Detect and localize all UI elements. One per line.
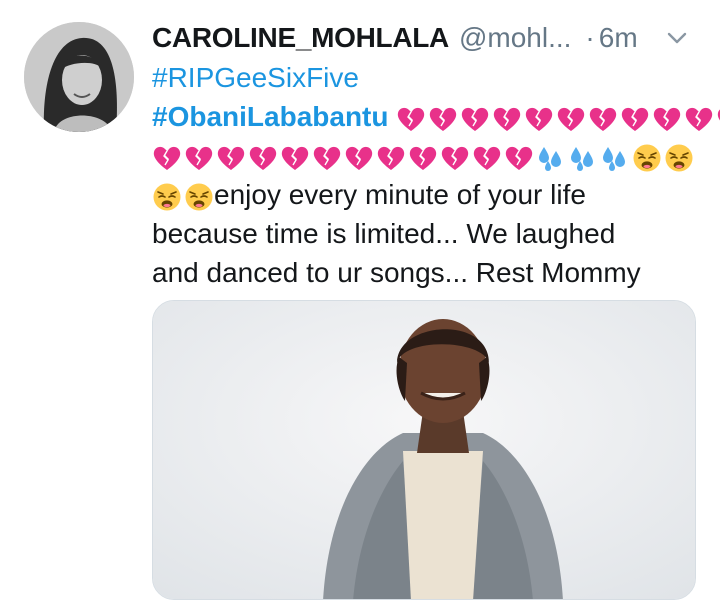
broken-heart-icon [430,107,457,131]
broken-heart-icon [249,146,277,170]
tweet-text: #RIPGeeSixFive #ObaniLababantu enjoy eve… [152,58,720,292]
chevron-down-icon[interactable] [663,24,691,52]
broken-heart-icon [217,146,245,170]
broken-heart-icon [622,107,649,131]
line-3 [152,136,697,175]
user-handle[interactable]: @mohl... [459,22,571,54]
text-line-1: enjoy every minute of your life [214,179,586,210]
broken-heart-icon [494,107,521,131]
emoji-row-2 [396,104,720,134]
broken-heart-icon [313,146,341,170]
weary-face-icon [633,144,661,172]
timestamp[interactable]: 6m [599,22,638,54]
broken-heart-icon [558,107,585,131]
broken-heart-icon [409,146,437,170]
tweet-card[interactable]: CAROLINE_MOHLALA @mohl... · 6m #RIPGeeSi… [0,0,720,601]
broken-heart-icon [473,146,501,170]
emoji-row-4 [152,182,214,212]
emoji-row-3 [152,143,694,173]
broken-heart-icon [654,107,681,131]
display-name[interactable]: CAROLINE_MOHLALA [152,22,449,54]
text-line-2: because time is limited... We laughed [152,218,616,249]
tweet-photo[interactable] [152,300,696,600]
weary-face-icon [185,183,213,211]
weary-face-icon [153,183,181,211]
hashtag-ripgeesixfive[interactable]: #RIPGeeSixFive [152,62,359,93]
broken-heart-icon [526,107,553,131]
broken-heart-icon [718,109,720,120]
broken-heart-icon [345,146,373,170]
sweat-droplets-icon [571,146,593,171]
broken-heart-icon [185,146,213,170]
avatar[interactable] [24,22,134,132]
broken-heart-icon [377,146,405,170]
broken-heart-icon [686,107,713,131]
sweat-droplets-icon [603,146,625,171]
text-line-3: and danced to ur songs... Rest Mommy [152,257,641,288]
line-1: #RIPGeeSixFive [152,58,697,97]
line-4: enjoy every minute of your life [152,175,697,214]
broken-heart-icon [441,146,469,170]
tweet-header: CAROLINE_MOHLALA @mohl... · 6m [152,18,697,58]
sweat-droplets-icon [539,146,561,171]
broken-heart-icon [398,107,425,131]
broken-heart-icon [281,146,309,170]
hashtag-obanilababantu[interactable]: #ObaniLababantu [152,101,388,132]
separator: · [585,22,595,53]
broken-heart-icon [590,107,617,131]
weary-face-icon [665,144,693,172]
broken-heart-icon [462,107,489,131]
broken-heart-icon [505,146,533,170]
line-2: #ObaniLababantu [152,97,720,136]
broken-heart-icon [153,146,181,170]
